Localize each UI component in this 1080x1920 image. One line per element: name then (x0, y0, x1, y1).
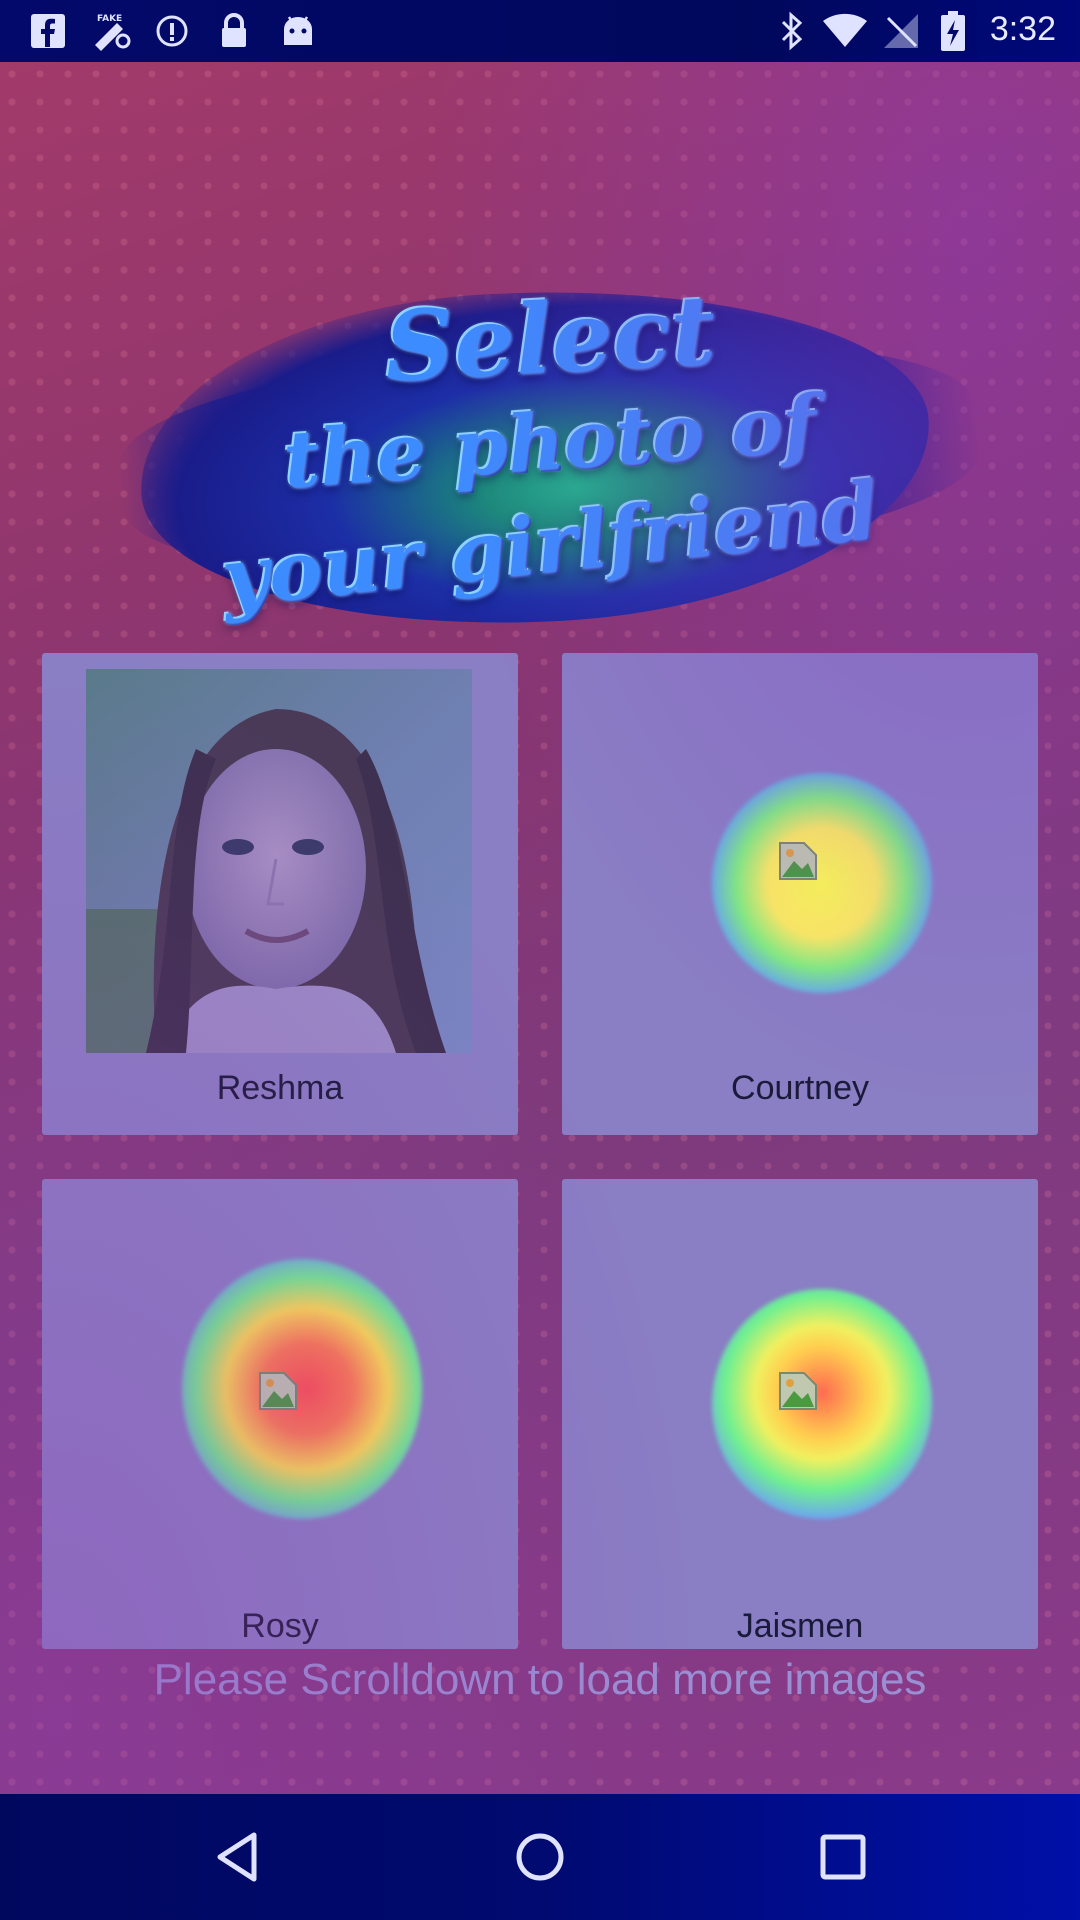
card-name-label: Courtney (731, 1069, 869, 1107)
svg-text:FAKE: FAKE (97, 14, 122, 24)
recents-icon (820, 1834, 866, 1880)
home-button[interactable] (505, 1822, 575, 1892)
card-name-label: Reshma (216, 1069, 344, 1107)
title-banner: Select the photo of your girlfriend (113, 212, 987, 682)
status-bar: FAKE 3:32 (0, 0, 1080, 62)
bluetooth-icon (775, 8, 809, 54)
back-icon (217, 1832, 257, 1882)
battery-charging-icon (936, 8, 970, 54)
broken-image-icon (779, 842, 817, 880)
heat-spot (182, 1259, 422, 1519)
heat-spot (712, 773, 932, 993)
no-signal-icon (878, 8, 924, 54)
broken-image-icon (259, 1372, 297, 1410)
facebook-icon (28, 8, 68, 54)
lock-icon (214, 8, 254, 54)
photo-card-rosy[interactable]: Rosy (42, 1179, 518, 1649)
wifi-icon (820, 8, 870, 54)
info-icon (152, 8, 192, 54)
recents-button[interactable] (808, 1822, 878, 1892)
status-time: 3:32 (989, 10, 1056, 48)
navigation-bar (0, 1794, 1080, 1920)
heat-spot (712, 1289, 932, 1519)
photo-card-reshma[interactable]: Reshma (42, 653, 518, 1135)
photo-card-courtney[interactable]: Courtney (562, 653, 1038, 1135)
broken-image-icon (779, 1372, 817, 1410)
girlfriend-photo (86, 669, 472, 1053)
card-name-label: Rosy (241, 1607, 319, 1645)
card-name-label: Jaismen (736, 1607, 864, 1645)
scroll-hint: Please Scrolldown to load more images (153, 1655, 927, 1704)
fake-gps-icon: FAKE (86, 8, 134, 54)
android-icon (278, 8, 318, 54)
photo-card-jaismen[interactable]: Jaismen (562, 1179, 1038, 1649)
back-button[interactable] (202, 1822, 272, 1892)
home-icon (516, 1833, 564, 1881)
main-content[interactable]: Select the photo of your girlfriend Resh… (0, 62, 1080, 1794)
